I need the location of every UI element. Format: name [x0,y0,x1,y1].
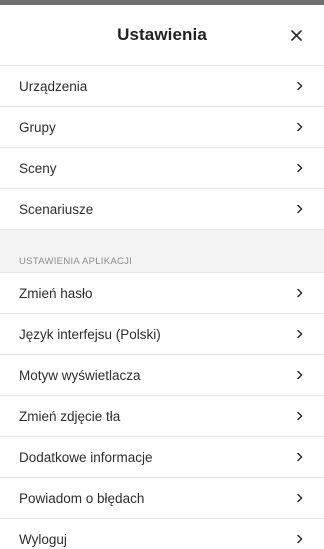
settings-item-display-theme[interactable]: Motyw wyświetlacza [0,355,324,396]
chevron-right-icon [294,451,306,463]
page-title: Ustawienia [117,25,207,44]
settings-item-label: Zmień zdjęcie tła [19,408,121,424]
chevron-right-icon [294,121,306,133]
settings-item-label: Język interfejsu (Polski) [19,326,161,342]
close-icon [290,29,302,41]
settings-item-label: Motyw wyświetlacza [19,367,141,383]
chevron-right-icon [294,162,306,174]
settings-item-label: Grupy [19,119,56,135]
settings-panel: Ustawienia Urządzenia Grupy Sceny Scenar… [0,0,324,549]
settings-item-scenes[interactable]: Sceny [0,148,324,189]
settings-item-label: Sceny [19,160,57,176]
section-spacer [0,230,324,257]
close-button[interactable] [286,25,306,45]
section-header-app-settings: USTAWIENIA APLIKACJI [0,257,324,273]
settings-item-logout[interactable]: Wyloguj [0,519,324,549]
settings-item-label: Dodatkowe informacje [19,449,153,465]
chevron-right-icon [294,533,306,545]
section-title: USTAWIENIA APLIKACJI [19,256,133,267]
settings-item-change-password[interactable]: Zmień hasło [0,273,324,314]
chevron-right-icon [294,492,306,504]
chevron-right-icon [294,203,306,215]
settings-item-report-bugs[interactable]: Powiadom o błędach [0,478,324,519]
settings-item-groups[interactable]: Grupy [0,107,324,148]
main-settings-list: Urządzenia Grupy Sceny Scenariusze [0,66,324,230]
settings-item-label: Powiadom o błędach [19,490,145,506]
settings-header: Ustawienia [0,5,324,66]
settings-item-label: Scenariusze [19,201,94,217]
settings-item-label: Zmień hasło [19,285,93,301]
chevron-right-icon [294,80,306,92]
chevron-right-icon [294,369,306,381]
settings-item-additional-info[interactable]: Dodatkowe informacje [0,437,324,478]
settings-item-scenarios[interactable]: Scenariusze [0,189,324,230]
settings-item-background-photo[interactable]: Zmień zdjęcie tła [0,396,324,437]
chevron-right-icon [294,287,306,299]
chevron-right-icon [294,328,306,340]
settings-item-language[interactable]: Język interfejsu (Polski) [0,314,324,355]
chevron-right-icon [294,410,306,422]
settings-item-devices[interactable]: Urządzenia [0,66,324,107]
app-settings-list: Zmień hasło Język interfejsu (Polski) Mo… [0,273,324,549]
settings-item-label: Wyloguj [19,531,67,547]
settings-item-label: Urządzenia [19,78,88,94]
